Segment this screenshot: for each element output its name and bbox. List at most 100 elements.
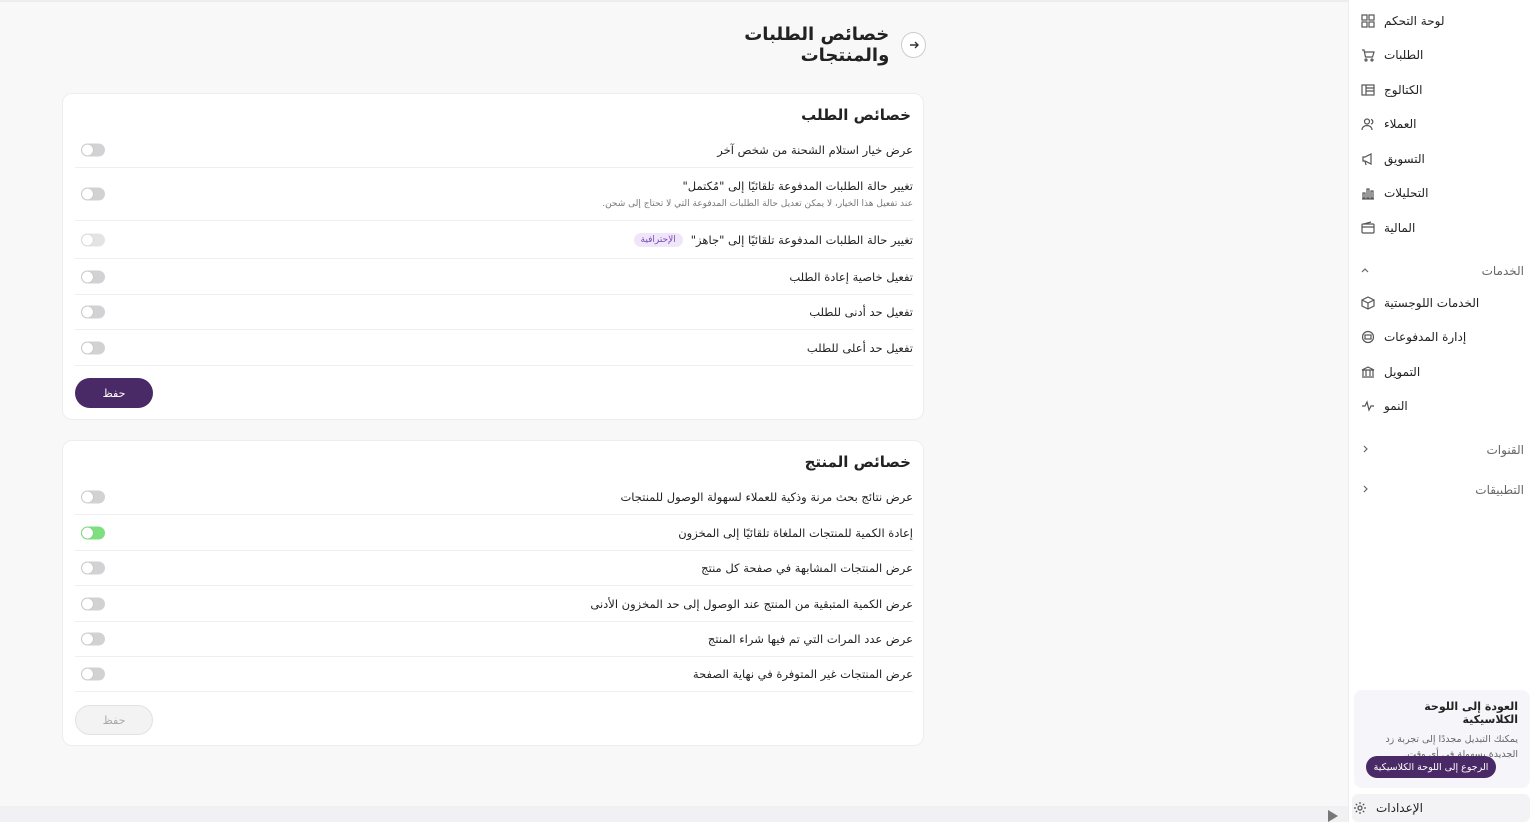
classic-card-title: العودة إلى اللوحة الكلاسيكية: [1424, 700, 1518, 726]
sidebar-item-logistics[interactable]: الخدمات اللوجستية: [1360, 288, 1524, 318]
top-border: [0, 0, 1348, 2]
sidebar-item-label: إدارة المدفوعات: [1384, 330, 1467, 344]
toggle-purchase-count[interactable]: [81, 632, 105, 646]
sidebar-item-label: التحليلات: [1384, 186, 1429, 200]
row-label: تغيير حالة الطلبات المدفوعة تلقائيًا إلى…: [690, 232, 913, 247]
row-label: عرض المنتجات غير المتوفرة في نهاية الصفح…: [692, 667, 913, 681]
row-label: عرض نتائج بحث مرنة وذكية للعملاء لسهولة …: [620, 489, 913, 504]
sidebar: لوحة التحكم الطلبات الكتالوج العملاء الت…: [1348, 0, 1536, 822]
services-section-toggle[interactable]: الخدمات: [1360, 259, 1524, 283]
bar-chart-icon: [1360, 185, 1376, 201]
page-header: خصائص الطلبات والمنتجات: [662, 24, 926, 66]
chevron-left-icon: [1360, 443, 1370, 457]
wallet-icon: [1360, 220, 1376, 236]
apps-section-toggle[interactable]: التطبيقات: [1360, 478, 1524, 502]
order-properties-card: خصائص الطلب عرض خيار استلام الشحنة من شخ…: [62, 93, 924, 420]
sidebar-item-label: لوحة التحكم: [1384, 14, 1445, 28]
row-label: عرض خيار استلام الشحنة من شخص آخر: [717, 142, 913, 157]
toggle-max-order[interactable]: [81, 341, 105, 354]
arrow-right-icon: [908, 36, 920, 55]
pro-badge: الإحترافية: [633, 232, 683, 247]
back-to-classic-button[interactable]: الرجوع إلى اللوحة الكلاسيكية: [1366, 756, 1496, 778]
product-row-remaining-qty: عرض الكمية المتبقية من المنتج عند الوصول…: [75, 586, 913, 622]
product-row-out-of-stock-last: عرض المنتجات غير المتوفرة في نهاية الصفح…: [75, 657, 913, 692]
product-properties-card: خصائص المنتج عرض نتائج بحث مرنة وذكية لل…: [62, 440, 924, 746]
chevron-up-icon: [1360, 264, 1370, 278]
sidebar-item-label: الخدمات اللوجستية: [1384, 296, 1480, 310]
toggle-smart-search[interactable]: [81, 490, 105, 503]
toggle-auto-complete[interactable]: [81, 187, 105, 201]
sidebar-item-label: الإعدادات: [1376, 801, 1423, 815]
sidebar-item-label: العملاء: [1384, 117, 1417, 131]
page-title: خصائص الطلبات والمنتجات: [744, 24, 890, 66]
sidebar-item-customers[interactable]: العملاء: [1360, 109, 1524, 139]
channels-section-toggle[interactable]: القنوات: [1360, 438, 1524, 462]
product-row-smart-search: عرض نتائج بحث مرنة وذكية للعملاء لسهولة …: [75, 479, 913, 515]
order-row-min-order: تفعيل حد أدنى للطلب: [75, 295, 913, 330]
gear-icon: [1352, 800, 1368, 816]
sidebar-item-label: الطلبات: [1384, 48, 1424, 62]
row-label: عرض عدد المرات التي تم فيها شراء المنتج: [707, 632, 913, 646]
sidebar-item-label: التمويل: [1384, 365, 1421, 379]
sidebar-item-payments[interactable]: إدارة المدفوعات: [1360, 322, 1524, 352]
row-description: عند تفعيل هذا الخيار، لا يمكن تعديل حالة…: [602, 199, 913, 209]
row-label: عرض المنتجات المشابهة في صفحة كل منتج: [701, 561, 913, 575]
order-row-pickup-by-other: عرض خيار استلام الشحنة من شخص آخر: [75, 132, 913, 168]
sidebar-item-growth[interactable]: النمو: [1360, 391, 1524, 421]
toggle-out-of-stock-last[interactable]: [81, 667, 105, 681]
toggle-reorder[interactable]: [81, 270, 105, 283]
bank-icon: [1360, 364, 1376, 380]
product-save-button: حفظ: [75, 705, 153, 735]
services-section-label: الخدمات: [1481, 264, 1524, 278]
order-card-title: خصائص الطلب: [801, 106, 911, 124]
sidebar-item-dashboard[interactable]: لوحة التحكم: [1360, 6, 1524, 36]
row-label: تغيير حالة الطلبات المدفوعة تلقائيًا إلى…: [682, 179, 913, 193]
order-save-button[interactable]: حفظ: [75, 378, 153, 408]
row-label: تفعيل حد أعلى للطلب: [806, 340, 913, 355]
users-icon: [1360, 116, 1376, 132]
sidebar-item-label: النمو: [1384, 399, 1408, 413]
sidebar-item-catalog[interactable]: الكتالوج: [1360, 75, 1524, 105]
sidebar-item-orders[interactable]: الطلبات: [1360, 40, 1524, 70]
row-label: إعادة الكمية للمنتجات الملغاة تلقائيًا إ…: [678, 525, 913, 540]
sidebar-item-label: الكتالوج: [1384, 83, 1423, 97]
box-icon: [1360, 295, 1376, 311]
cart-icon: [1360, 47, 1376, 63]
product-row-similar-products: عرض المنتجات المشابهة في صفحة كل منتج: [75, 551, 913, 586]
dashboard-icon: [1360, 13, 1376, 29]
sidebar-item-label: التسويق: [1384, 152, 1425, 166]
row-label: تفعيل خاصية إعادة الطلب: [789, 269, 913, 284]
product-row-restock-cancelled: إعادة الكمية للمنتجات الملغاة تلقائيًا إ…: [75, 515, 913, 551]
order-row-reorder: تفعيل خاصية إعادة الطلب: [75, 259, 913, 295]
megaphone-icon: [1360, 151, 1376, 167]
channels-section-label: القنوات: [1486, 443, 1524, 457]
sidebar-item-funding[interactable]: التمويل: [1360, 357, 1524, 387]
catalog-icon: [1360, 82, 1376, 98]
pulse-icon: [1360, 398, 1376, 414]
sidebar-item-label: المالية: [1384, 221, 1416, 235]
payment-icon: [1360, 329, 1376, 345]
apps-section-label: التطبيقات: [1475, 483, 1524, 497]
toggle-min-order[interactable]: [81, 305, 105, 319]
sidebar-item-settings[interactable]: الإعدادات: [1352, 794, 1530, 822]
order-row-max-order: تفعيل حد أعلى للطلب: [75, 330, 913, 366]
sidebar-item-analytics[interactable]: التحليلات: [1360, 178, 1524, 208]
order-row-auto-ready: تغيير حالة الطلبات المدفوعة تلقائيًا إلى…: [75, 221, 913, 259]
scroll-arrow-icon[interactable]: [1328, 810, 1338, 822]
product-row-purchase-count: عرض عدد المرات التي تم فيها شراء المنتج: [75, 622, 913, 657]
toggle-similar-products[interactable]: [81, 561, 105, 575]
toggle-auto-ready: [81, 233, 105, 246]
toggle-pickup-by-other[interactable]: [81, 143, 105, 156]
horizontal-scrollbar[interactable]: [0, 806, 1348, 822]
product-card-title: خصائص المنتج: [804, 453, 911, 471]
sidebar-item-finance[interactable]: المالية: [1360, 213, 1524, 243]
classic-dashboard-card: العودة إلى اللوحة الكلاسيكية يمكنك التبد…: [1354, 690, 1530, 788]
row-label: عرض الكمية المتبقية من المنتج عند الوصول…: [590, 596, 913, 611]
row-label: تفعيل حد أدنى للطلب: [809, 305, 913, 319]
sidebar-item-marketing[interactable]: التسويق: [1360, 144, 1524, 174]
toggle-remaining-qty[interactable]: [81, 597, 105, 610]
back-button[interactable]: [901, 32, 926, 58]
chevron-left-icon: [1360, 483, 1370, 497]
toggle-restock-cancelled[interactable]: [81, 526, 105, 539]
order-row-auto-complete: تغيير حالة الطلبات المدفوعة تلقائيًا إلى…: [75, 168, 913, 221]
